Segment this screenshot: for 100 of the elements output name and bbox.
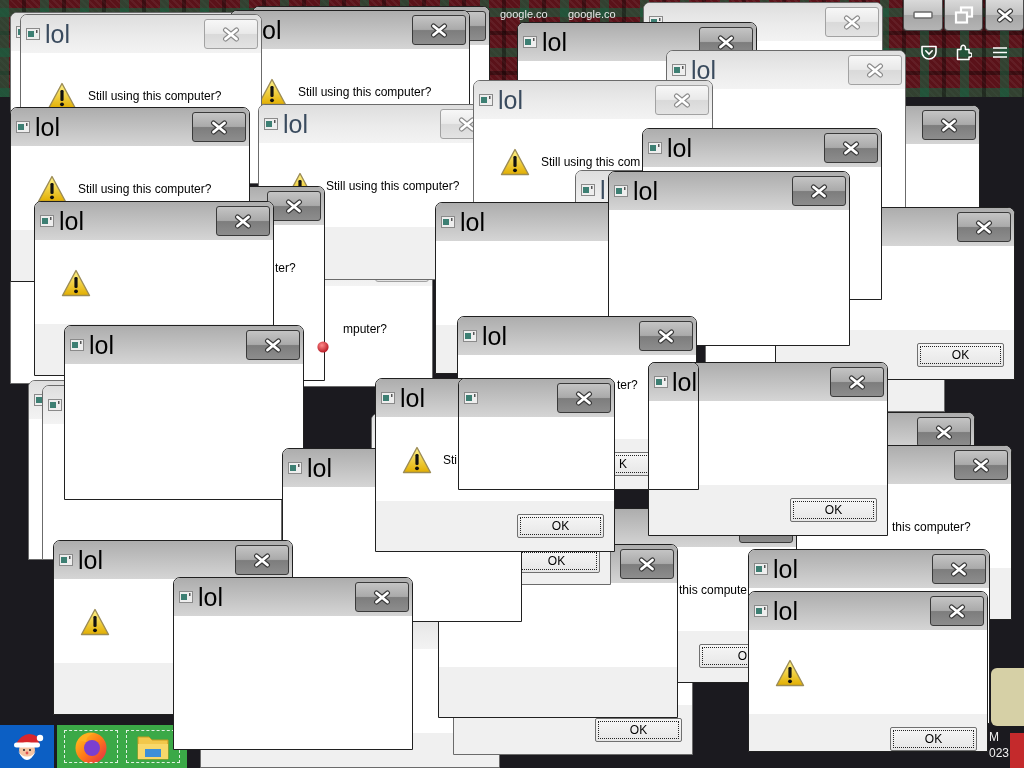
close-button[interactable] bbox=[267, 191, 321, 221]
close-icon bbox=[935, 424, 953, 440]
close-button[interactable] bbox=[192, 112, 246, 142]
close-button[interactable] bbox=[246, 330, 300, 360]
minimize-icon bbox=[913, 11, 933, 19]
ok-button[interactable]: OK bbox=[517, 514, 604, 538]
close-icon bbox=[222, 26, 240, 42]
close-button[interactable] bbox=[830, 367, 884, 397]
close-icon bbox=[842, 140, 860, 156]
ok-button[interactable]: OK bbox=[595, 718, 682, 742]
window-title: lol bbox=[45, 23, 70, 45]
close-button[interactable] bbox=[922, 110, 976, 140]
close-button[interactable] bbox=[792, 176, 846, 206]
app-icon bbox=[754, 605, 768, 617]
widget-panel bbox=[991, 668, 1024, 726]
window-title: lol bbox=[667, 137, 692, 159]
close-button[interactable] bbox=[957, 212, 1011, 242]
window-title: lol bbox=[672, 371, 697, 393]
app-icon bbox=[464, 392, 478, 404]
close-icon bbox=[866, 62, 884, 78]
message-text: ter? bbox=[617, 378, 638, 392]
notification-tile bbox=[1010, 733, 1024, 768]
ok-button[interactable]: OK bbox=[790, 498, 877, 522]
app-icon bbox=[26, 28, 40, 40]
close-icon bbox=[843, 14, 861, 30]
app-icon bbox=[754, 563, 768, 575]
app-icon bbox=[614, 185, 628, 197]
close-icon bbox=[673, 92, 691, 108]
window-title: lol bbox=[35, 116, 60, 138]
close-icon bbox=[210, 119, 228, 135]
close-icon bbox=[810, 183, 828, 199]
app-icon bbox=[581, 184, 595, 196]
app-icon bbox=[40, 215, 54, 227]
close-button[interactable] bbox=[412, 15, 466, 45]
ok-button[interactable]: OK bbox=[917, 343, 1004, 367]
restore-icon bbox=[953, 6, 974, 24]
close-icon bbox=[285, 198, 303, 214]
ok-button[interactable]: OK bbox=[890, 727, 977, 751]
window-title: lol bbox=[283, 113, 308, 135]
close-icon bbox=[430, 22, 448, 38]
app-icon bbox=[648, 142, 662, 154]
app-icon bbox=[441, 216, 455, 228]
message-text: Sti bbox=[443, 453, 457, 467]
window-title: lol bbox=[198, 586, 223, 608]
puzzle-icon[interactable] bbox=[956, 43, 972, 61]
close-icon bbox=[995, 7, 1014, 23]
close-icon bbox=[657, 328, 675, 344]
clock-text: 023 bbox=[989, 745, 1010, 761]
close-icon bbox=[940, 117, 958, 133]
close-button[interactable] bbox=[985, 0, 1024, 31]
close-button[interactable] bbox=[917, 417, 971, 447]
close-icon bbox=[234, 213, 252, 229]
close-button[interactable] bbox=[355, 582, 409, 612]
window-title: lol bbox=[773, 558, 798, 580]
close-icon bbox=[373, 589, 391, 605]
browser-tab[interactable]: google.co bbox=[500, 8, 548, 21]
close-button[interactable] bbox=[932, 554, 986, 584]
window-title: lol bbox=[633, 180, 658, 202]
app-icon bbox=[179, 591, 193, 603]
restore-button[interactable] bbox=[944, 0, 983, 31]
window-title: lol bbox=[482, 325, 507, 347]
message-text: Still using this computer? bbox=[298, 85, 432, 99]
menu-icon[interactable] bbox=[993, 47, 1007, 58]
message-text: Still using this com bbox=[541, 155, 641, 169]
close-button[interactable] bbox=[620, 549, 674, 579]
message-text: Still using this computer? bbox=[78, 182, 212, 196]
app-icon bbox=[48, 399, 62, 411]
close-button[interactable] bbox=[824, 133, 878, 163]
window-title: lol bbox=[78, 549, 103, 571]
close-icon bbox=[950, 561, 968, 577]
app-icon bbox=[672, 64, 686, 76]
app-icon bbox=[264, 118, 278, 130]
close-button[interactable] bbox=[216, 206, 270, 236]
chevron-shield-icon[interactable] bbox=[920, 44, 938, 61]
message-text: Still using this computer? bbox=[88, 89, 222, 103]
close-button[interactable] bbox=[930, 596, 984, 626]
close-button[interactable] bbox=[954, 450, 1008, 480]
app-icon bbox=[288, 462, 302, 474]
close-icon bbox=[975, 219, 993, 235]
window-title: lol bbox=[460, 211, 485, 233]
window-title: lol bbox=[307, 457, 332, 479]
close-icon bbox=[264, 337, 282, 353]
browser-tab[interactable]: google.co bbox=[568, 8, 616, 21]
minimize-button[interactable] bbox=[903, 0, 943, 31]
close-icon bbox=[948, 603, 966, 619]
app-icon bbox=[479, 94, 493, 106]
window-title: lol bbox=[691, 59, 716, 81]
start-button[interactable] bbox=[0, 725, 54, 768]
app-icon bbox=[16, 121, 30, 133]
close-button[interactable] bbox=[235, 545, 289, 575]
message-text: mputer? bbox=[343, 322, 388, 336]
window-title: l bbox=[600, 179, 606, 201]
message-text: this compute bbox=[679, 583, 748, 597]
window-title: ol bbox=[262, 19, 282, 41]
dot-icon bbox=[317, 341, 329, 353]
app-icon bbox=[381, 392, 395, 404]
taskbar-button[interactable] bbox=[61, 727, 121, 766]
close-button[interactable] bbox=[639, 321, 693, 351]
clock-text: M bbox=[989, 729, 1000, 745]
app-icon bbox=[463, 330, 477, 342]
